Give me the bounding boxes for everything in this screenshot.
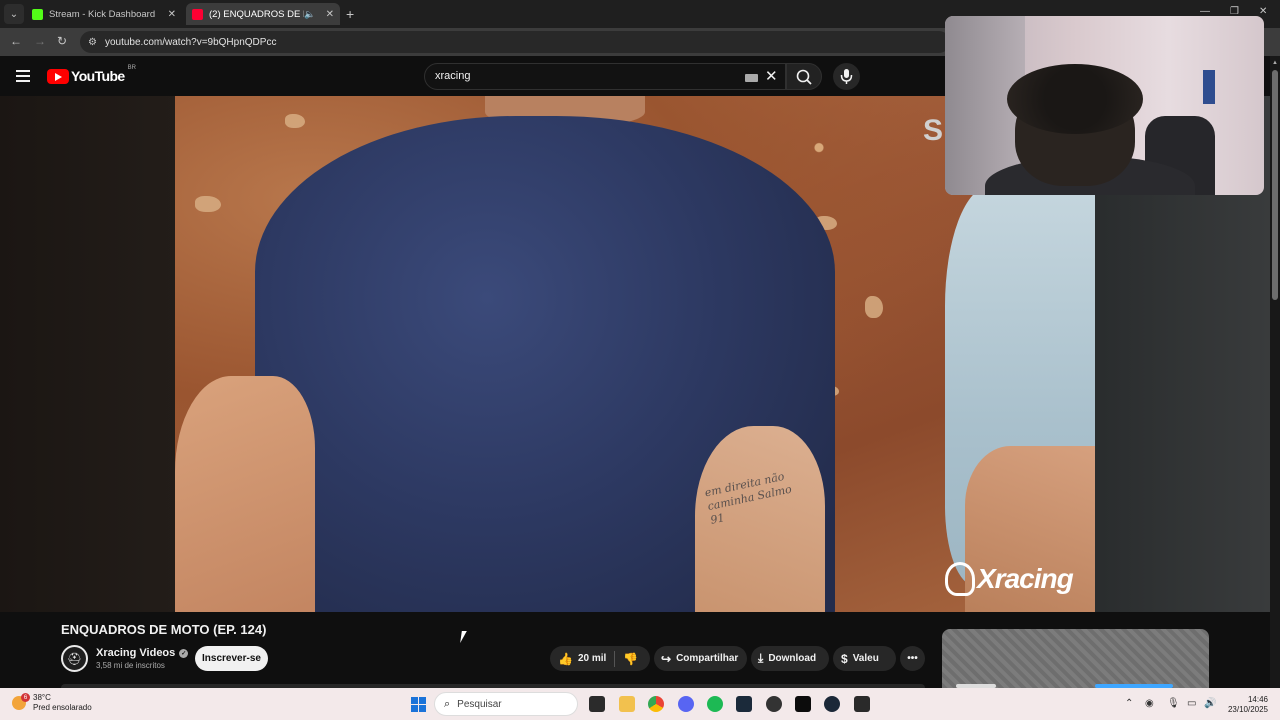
url-text: youtube.com/watch?v=9bQHpnQDPcc: [104, 36, 277, 48]
chrome-icon[interactable]: [648, 696, 664, 712]
thanks-button[interactable]: $ Valeu: [833, 646, 896, 671]
overlay-letter: S: [923, 114, 944, 147]
tab-kick-dashboard[interactable]: Stream - Kick Dashboard ✕: [26, 3, 182, 25]
download-label: Download: [768, 653, 817, 664]
weather-temperature: 38°C: [33, 693, 51, 702]
country-code: BR: [127, 65, 136, 71]
steam-icon[interactable]: [824, 696, 840, 712]
reload-icon[interactable]: ↻: [57, 34, 67, 48]
subscriber-count: 3,58 mi de inscritos: [96, 661, 165, 670]
subscribe-button[interactable]: Inscrever-se: [195, 646, 268, 671]
new-tab-plus-icon[interactable]: +: [346, 6, 354, 22]
close-tab-icon[interactable]: ✕: [326, 9, 334, 20]
windows-start-icon[interactable]: [411, 697, 426, 712]
site-info-icon[interactable]: ⚙: [88, 37, 97, 48]
verified-check-icon: ✓: [179, 648, 189, 658]
thanks-label: Valeu: [852, 653, 879, 664]
sun-icon: 6: [12, 693, 30, 710]
more-actions-button[interactable]: •••: [900, 646, 925, 671]
close-window-icon[interactable]: ✕: [1259, 6, 1267, 17]
clear-search-icon[interactable]: ✕: [765, 67, 778, 85]
channel-name-link[interactable]: Xracing Videos ✓: [96, 647, 189, 659]
youtube-favicon-icon: [192, 8, 203, 20]
divider: [614, 650, 616, 667]
watermark-text: Xracing: [977, 563, 1074, 594]
network-icon[interactable]: ▭: [1187, 698, 1196, 709]
system-clock[interactable]: 14:46 23/10/2025: [1226, 695, 1268, 715]
voice-search-button[interactable]: [833, 63, 860, 90]
search-button[interactable]: [786, 63, 822, 90]
taskbar-search-label: Pesquisar: [457, 698, 502, 710]
tab-title: Stream - Kick Dashboard: [49, 8, 156, 20]
obs-icon[interactable]: [766, 696, 782, 712]
task-view-icon[interactable]: [589, 696, 605, 712]
clock-date: 23/10/2025: [1227, 705, 1268, 714]
rock: [865, 296, 883, 318]
keyboard-icon[interactable]: [745, 74, 758, 82]
share-arrow-icon: ↪: [661, 651, 672, 666]
taskbar-search[interactable]: ⌕ Pesquisar: [434, 692, 578, 716]
youtube-play-icon: [47, 68, 69, 84]
sidebar-ad-card[interactable]: [942, 629, 1209, 688]
youtube-logo[interactable]: YouTube BR: [47, 65, 136, 84]
tray-chevron-up-icon[interactable]: ⌃: [1125, 698, 1133, 709]
thumbs-down-icon[interactable]: 👎: [623, 652, 638, 666]
download-icon: ⤓: [758, 651, 764, 665]
more-dots-icon: •••: [907, 653, 918, 664]
webcam-person-hair: [1007, 64, 1143, 134]
close-tab-icon[interactable]: ✕: [168, 9, 176, 20]
search-icon: ⌕: [444, 697, 451, 710]
rock: [285, 114, 305, 128]
channel-avatar[interactable]: ⛑: [61, 645, 88, 672]
tab-search-chevron-icon[interactable]: ⌄: [4, 4, 24, 24]
share-button[interactable]: ↪ Compartilhar: [654, 646, 747, 671]
download-button[interactable]: ⤓ Download: [751, 646, 829, 671]
back-arrow-icon[interactable]: ←: [10, 34, 22, 48]
like-dislike-group: 👍 20 mil 👎: [550, 646, 650, 671]
menu-hamburger-icon[interactable]: [16, 70, 30, 82]
spartan-helmet-icon: [945, 562, 975, 596]
like-count[interactable]: 20 mil: [578, 653, 606, 664]
app-icon[interactable]: [736, 696, 752, 712]
thumbs-up-icon[interactable]: 👍: [558, 652, 573, 666]
search-box[interactable]: xracing ✕: [424, 63, 786, 90]
channel-name: Xracing Videos: [96, 647, 176, 659]
xracing-watermark: Xracing: [945, 562, 1074, 596]
mouse-cursor: [460, 631, 467, 643]
kick-favicon-icon: [32, 8, 43, 20]
windows-taskbar: 6 38°C Pred ensolarado ⌕ Pesquisar ⌃ ◉ 🎙…: [0, 688, 1280, 720]
logo-wordmark: YouTube: [71, 68, 125, 84]
notification-badge: 6: [21, 693, 30, 702]
speaker-icon[interactable]: 🔈: [304, 9, 315, 20]
video-subject-left-arm: [175, 376, 315, 612]
weather-description: Pred ensolarado: [33, 703, 92, 712]
microphone-tray-icon[interactable]: 🎙: [1167, 698, 1180, 709]
volume-icon[interactable]: 🔊: [1204, 698, 1216, 709]
tab-title: (2) ENQUADROS DE MOTO: [209, 8, 304, 20]
dollar-heart-icon: $: [841, 651, 848, 666]
address-bar[interactable]: ⚙ youtube.com/watch?v=9bQHpnQDPcc: [80, 31, 950, 53]
share-label: Compartilhar: [676, 653, 739, 664]
tray-app-icon[interactable]: ◉: [1145, 698, 1154, 709]
clock-time: 14:46: [1247, 695, 1268, 704]
search-input[interactable]: xracing: [435, 70, 470, 82]
search-icon: [796, 69, 812, 85]
spotify-icon[interactable]: [707, 696, 723, 712]
tab-youtube-video[interactable]: (2) ENQUADROS DE MOTO 🔈 ✕: [186, 3, 340, 25]
weather-widget[interactable]: 6 38°C Pred ensolarado: [12, 693, 92, 713]
rock: [195, 196, 221, 212]
discord-icon[interactable]: [678, 696, 694, 712]
epic-games-icon[interactable]: [854, 696, 870, 712]
microphone-icon: [840, 69, 853, 84]
scroll-up-arrow-icon[interactable]: ▲: [1272, 60, 1278, 66]
webcam-overlay: [945, 16, 1264, 195]
file-explorer-icon[interactable]: [619, 696, 635, 712]
terminal-icon[interactable]: [795, 696, 811, 712]
scrollbar-thumb[interactable]: [1272, 70, 1278, 300]
page-scrollbar[interactable]: ▲: [1270, 56, 1280, 688]
webcam-poster: [1203, 70, 1215, 104]
video-title: ENQUADROS DE MOTO (EP. 124): [61, 622, 267, 637]
forward-arrow-icon[interactable]: →: [34, 34, 46, 48]
